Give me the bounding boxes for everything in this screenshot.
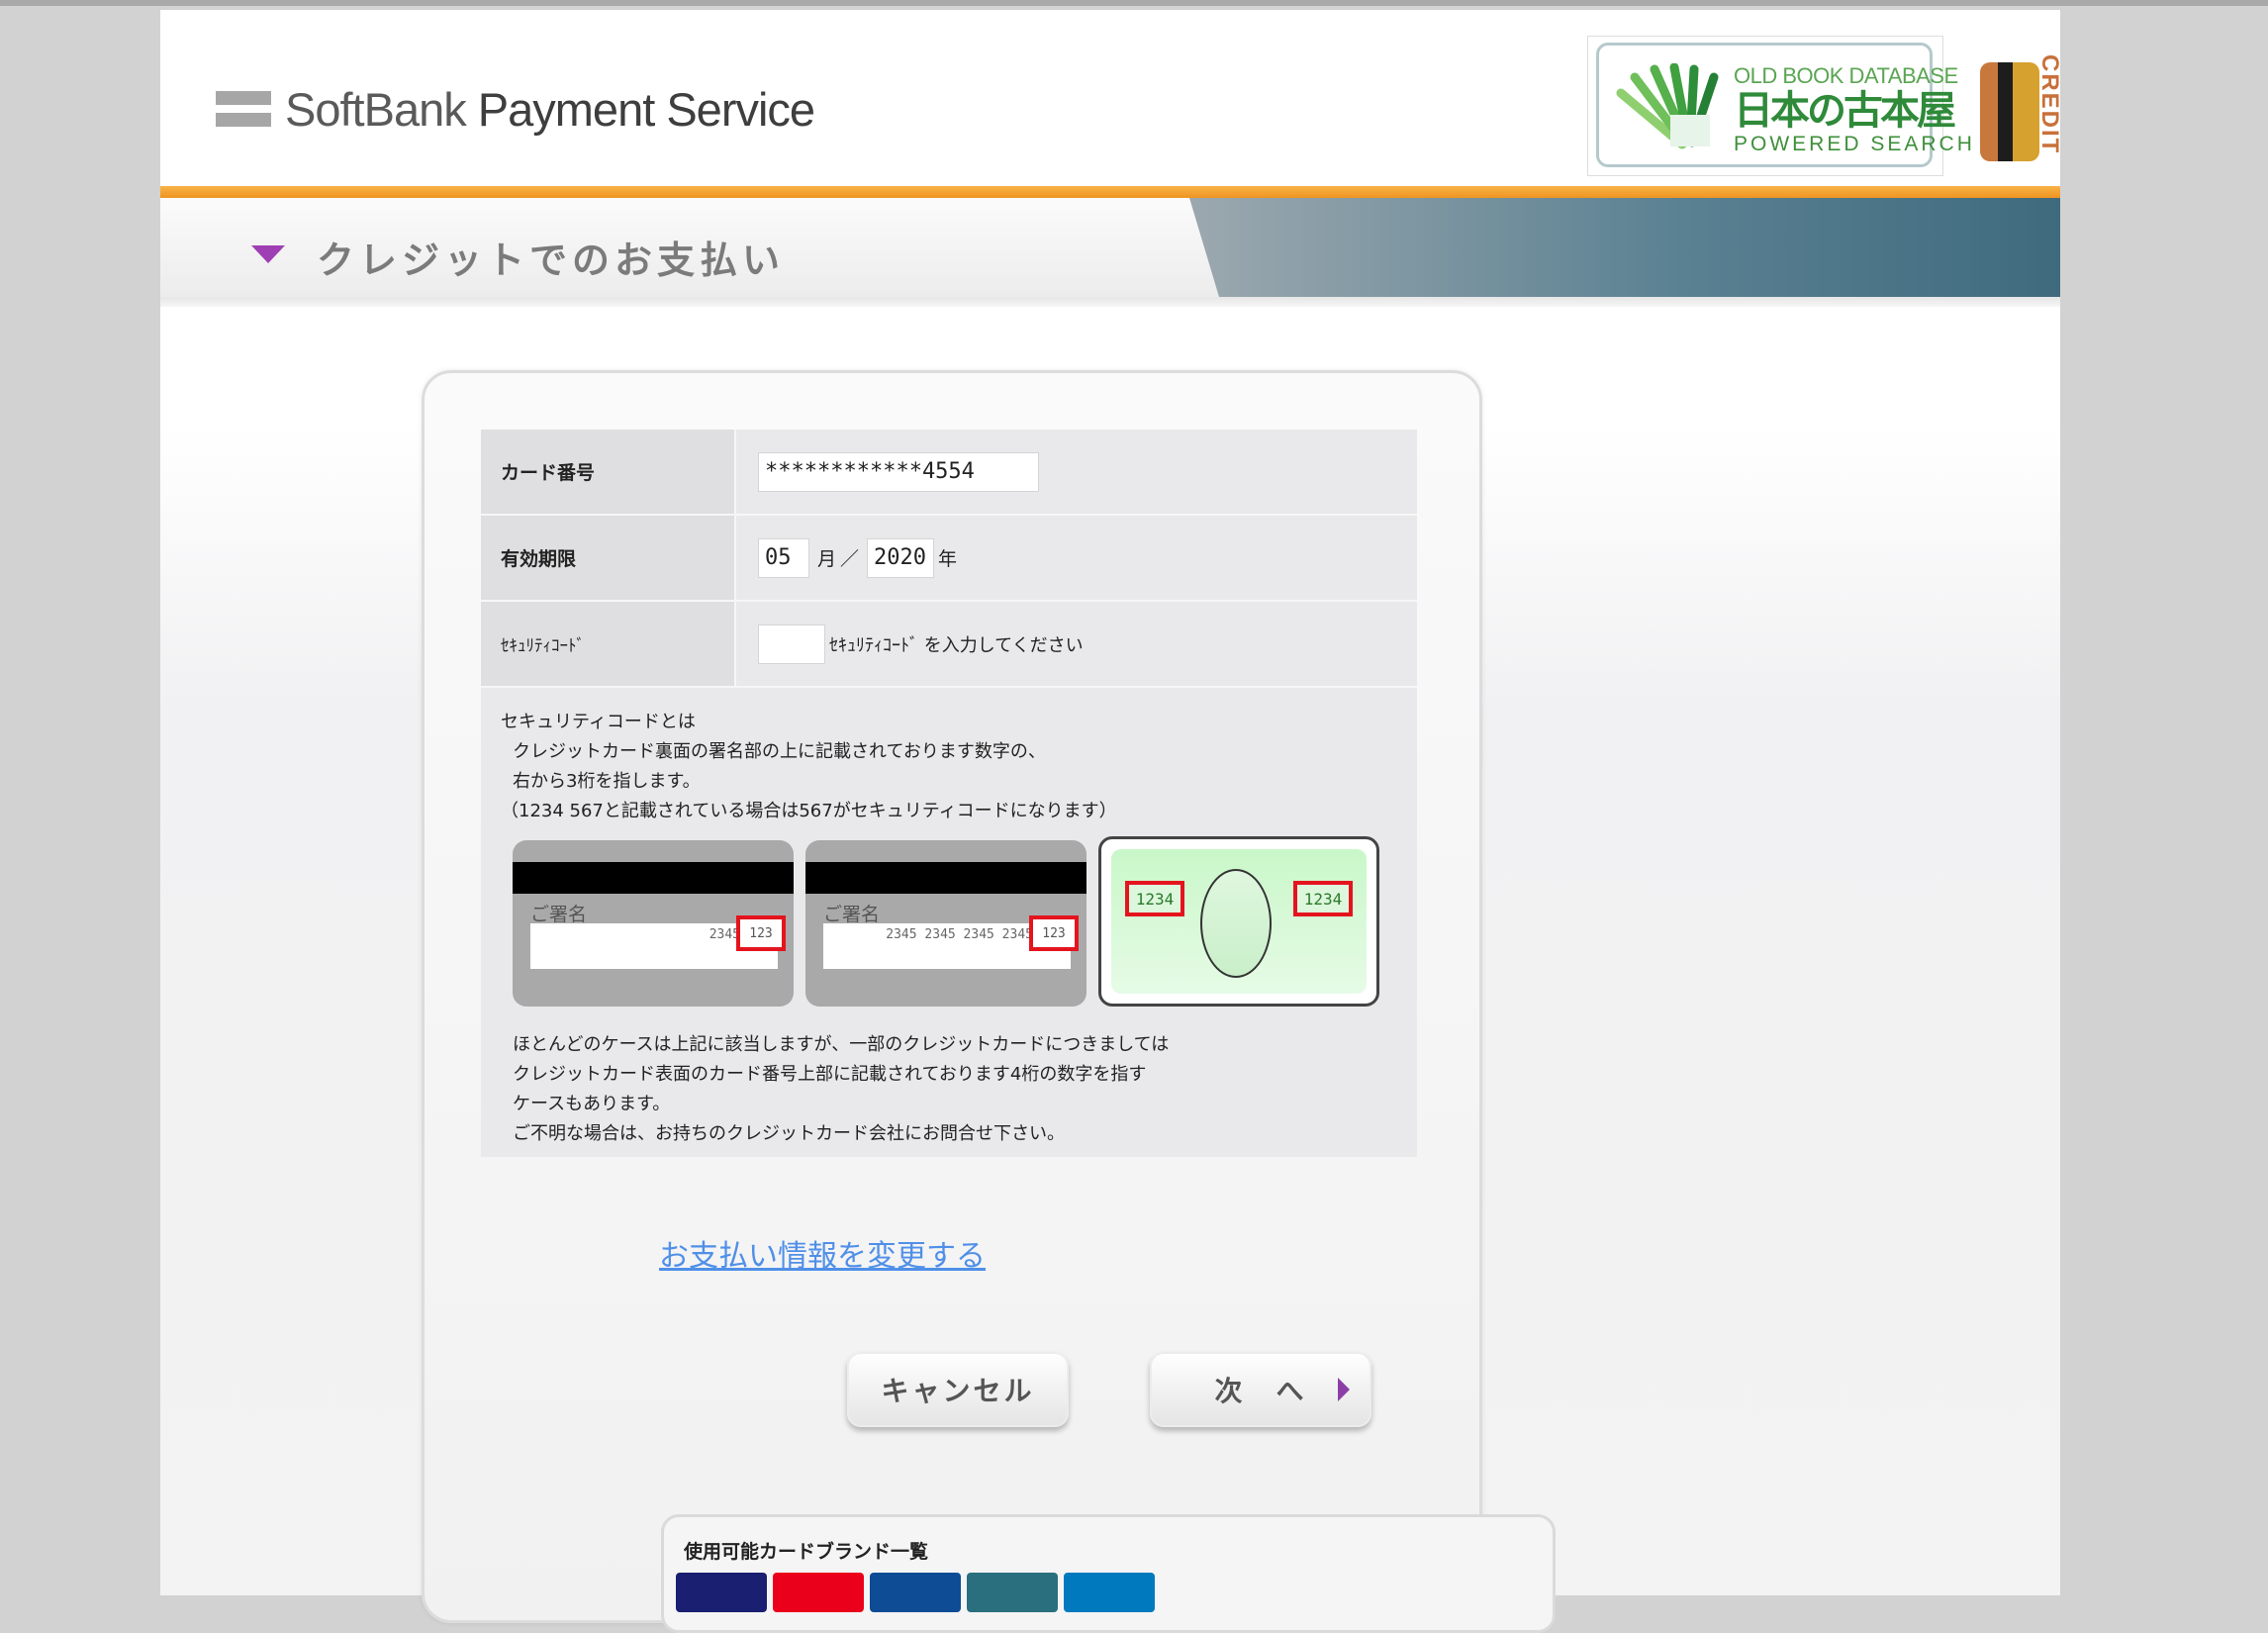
security-code-hint: ｾｷｭﾘﾃｨｺｰﾄﾞ を入力してください xyxy=(829,634,1084,656)
cancel-button[interactable]: キャンセル xyxy=(847,1352,1069,1427)
expiry-year-field[interactable]: 2020 xyxy=(867,537,935,578)
date-separator: ／ xyxy=(840,548,860,570)
next-button-label: 次 へ xyxy=(1214,1375,1307,1407)
front-code-left: 1234 xyxy=(1125,881,1184,916)
signature-label: ご署名 xyxy=(823,904,881,925)
change-payment-info-link[interactable]: お支払い情報を変更する xyxy=(659,1231,986,1275)
credit-logo: CREDIT xyxy=(1954,48,2073,161)
info-line-3: （1234 567と記載されている場合は567がセキュリティコードになります） xyxy=(501,801,1117,821)
badge-line-3: POWERED SEARCH xyxy=(1734,133,1975,155)
card-number-row: カード番号 ************4554 xyxy=(481,430,1417,516)
card-digits: 2345 2345 2345 2345 xyxy=(886,927,1033,942)
browser-top-edge xyxy=(0,0,2268,6)
security-code-label: ｾｷｭﾘﾃｨｺｰﾄﾞ xyxy=(481,602,734,686)
title-bar: クレジットでのお支払い xyxy=(160,198,2060,307)
card-number-label: カード番号 xyxy=(481,430,734,514)
security-code-row: ｾｷｭﾘﾃｨｺｰﾄﾞ ｾｷｭﾘﾃｨｺｰﾄﾞ を入力してください xyxy=(481,602,1417,688)
badge-line-2: 日本の古本屋 xyxy=(1734,88,1956,134)
book-fan-icon xyxy=(1616,63,1719,149)
security-code-info: セキュリティコードとは クレジットカード裏面の署名部の上に記載されております数字… xyxy=(481,688,1417,1157)
old-book-database-badge: OLD BOOK DATABASE 日本の古本屋 POWERED SEARCH … xyxy=(1587,36,2063,176)
expiry-row: 有効期限 05 月 ／ 2020 年 xyxy=(481,516,1417,602)
badge-line-1: OLD BOOK DATABASE xyxy=(1734,63,1958,88)
expiry-month-field[interactable]: 05 xyxy=(758,537,809,578)
diners-logo-icon xyxy=(1064,1573,1155,1612)
logo-bars-icon xyxy=(216,91,271,127)
header: SoftBank Payment Service OLD BOOK DATABA… xyxy=(160,10,2063,186)
hologram-oval xyxy=(1200,869,1272,978)
card-form: カード番号 ************4554 有効期限 05 月 ／ 2020 … xyxy=(481,430,1417,1157)
jcb-logo-icon xyxy=(870,1573,961,1612)
info-line-2: 右から3桁を指します。 xyxy=(513,771,701,792)
expiry-label: 有効期限 xyxy=(481,516,734,600)
card-examples: ご署名 2345 123 ご署名 2345 2345 2345 2345 123… xyxy=(513,836,1383,1010)
card-brand-icons xyxy=(676,1573,1155,1612)
arrow-right-icon xyxy=(1338,1378,1350,1401)
orange-divider xyxy=(160,186,2060,198)
card-back-example-2: ご署名 2345 2345 2345 2345 123 xyxy=(805,840,1087,1007)
next-button[interactable]: 次 へ xyxy=(1150,1352,1371,1427)
softbank-logo: SoftBank Payment Service xyxy=(216,79,815,139)
security-code-highlight: 123 xyxy=(736,915,786,951)
credit-label: CREDIT xyxy=(2036,54,2063,155)
amex-logo-icon xyxy=(967,1573,1058,1612)
triangle-down-icon xyxy=(251,245,285,263)
card-brands-box: 使用可能カードブランド一覧 xyxy=(661,1514,1556,1633)
logo-text-bold: Payment Service xyxy=(477,82,815,136)
month-unit: 月 xyxy=(817,548,837,570)
year-unit: 年 xyxy=(938,548,958,570)
mastercard-logo-icon xyxy=(773,1573,864,1612)
info-heading: セキュリティコードとは xyxy=(501,712,696,732)
security-code-highlight: 123 xyxy=(1029,915,1079,951)
info-after-2: クレジットカード表面のカード番号上部に記載されております4桁の数字を指す xyxy=(513,1064,1147,1085)
card-back-example-1: ご署名 2345 123 xyxy=(513,840,794,1007)
front-code-right: 1234 xyxy=(1293,881,1353,916)
visa-logo-icon xyxy=(676,1573,767,1612)
credit-card-icon xyxy=(1980,62,2039,161)
page-title: クレジットでのお支払い xyxy=(317,239,786,282)
card-brands-title: 使用可能カードブランド一覧 xyxy=(684,1541,929,1563)
card-number-field[interactable]: ************4554 xyxy=(758,451,1039,492)
security-code-input[interactable] xyxy=(758,624,825,664)
signature-label: ご署名 xyxy=(530,904,588,925)
info-after-3: ケースもあります。 xyxy=(513,1094,671,1114)
logo-text-light: SoftBank xyxy=(285,82,467,136)
info-after-4: ご不明な場合は、お持ちのクレジットカード会社にお問合せ下さい。 xyxy=(513,1123,1065,1144)
card-front-example: 1234 1234 xyxy=(1098,836,1379,1007)
info-after-1: ほとんどのケースは上記に該当しますが、一部のクレジットカードにつきましては xyxy=(513,1034,1170,1055)
info-line-1: クレジットカード裏面の署名部の上に記載されております数字の、 xyxy=(513,741,1046,762)
